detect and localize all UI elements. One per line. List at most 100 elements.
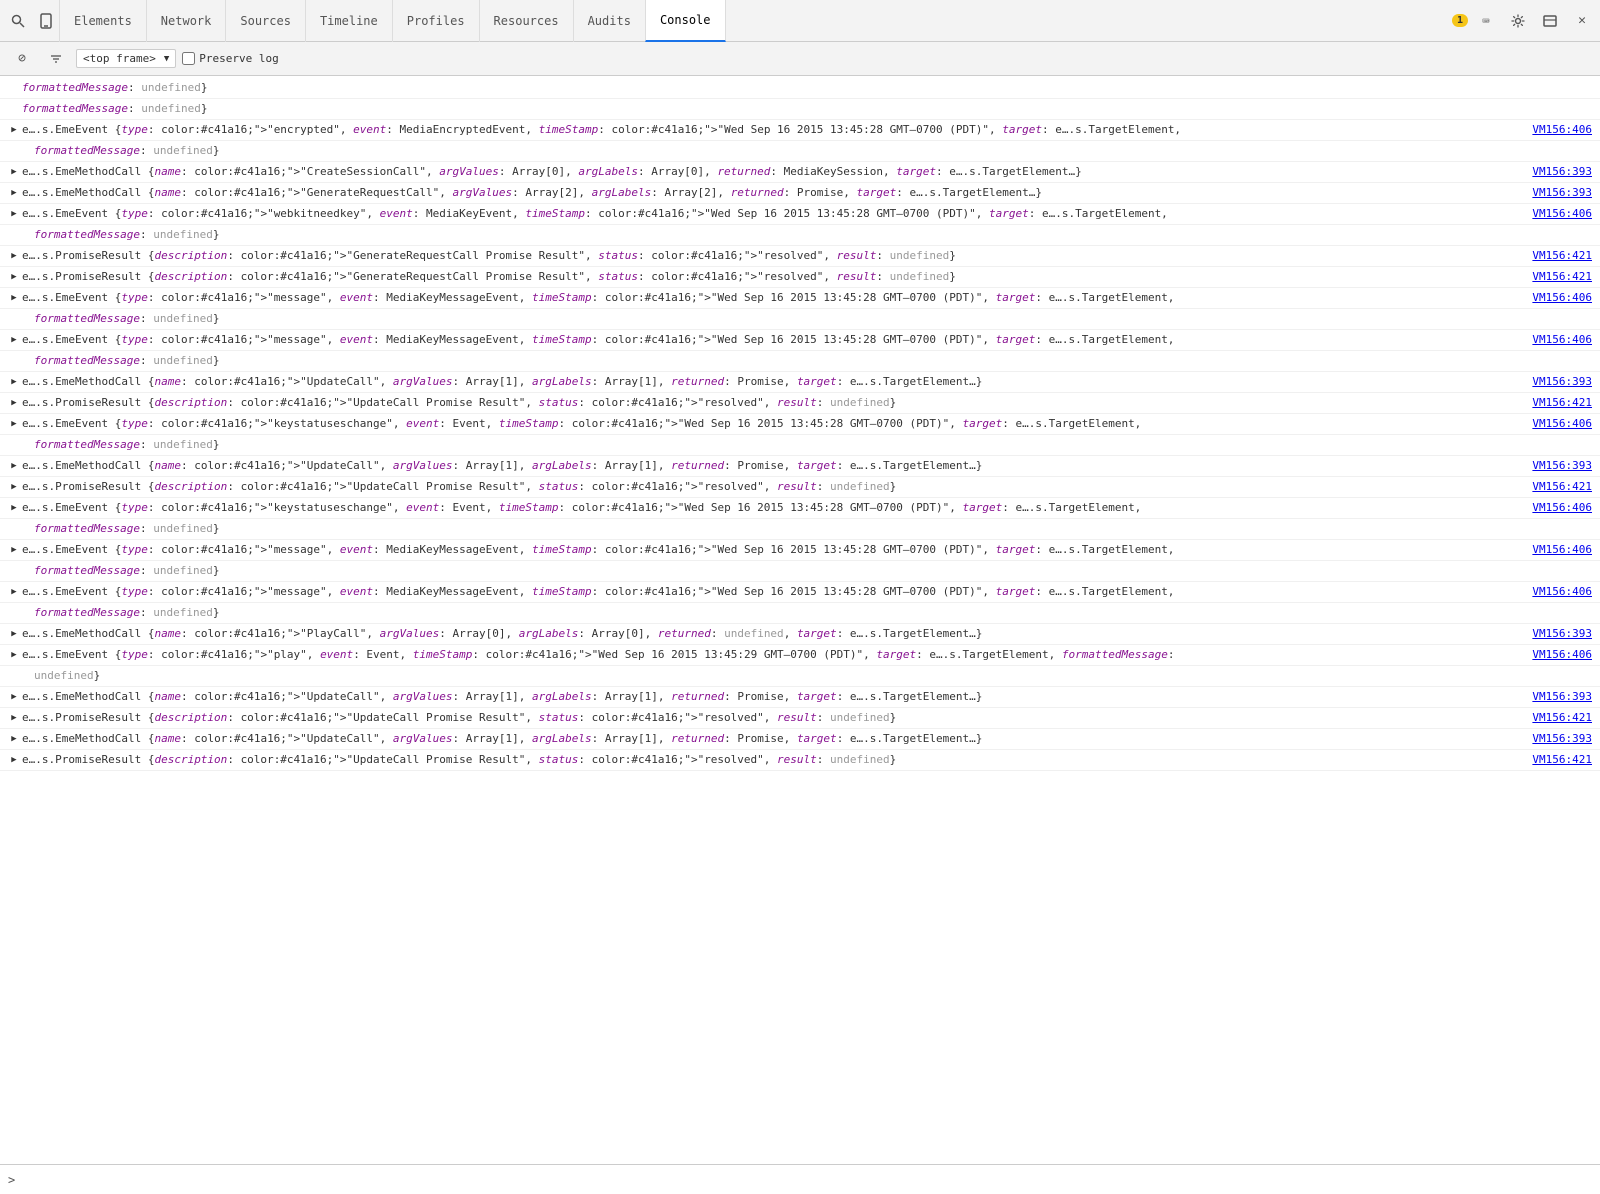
- list-item: ▶e….s.PromiseResult {description: color:…: [0, 708, 1600, 729]
- list-item: formattedMessage: undefined}: [0, 309, 1600, 330]
- expand-arrow-icon[interactable]: ▶: [8, 332, 20, 348]
- preserve-log-checkbox[interactable]: [182, 52, 195, 65]
- expand-arrow-icon[interactable]: ▶: [8, 206, 20, 222]
- clear-console-icon[interactable]: ⊘: [8, 45, 36, 73]
- list-item: formattedMessage: undefined}: [0, 519, 1600, 540]
- expand-arrow-icon[interactable]: ▶: [8, 248, 20, 264]
- toolbar: ElementsNetworkSourcesTimelineProfilesRe…: [0, 0, 1600, 42]
- expand-arrow-icon[interactable]: ▶: [8, 626, 20, 642]
- expand-arrow-icon[interactable]: ▶: [8, 752, 20, 768]
- expand-arrow-icon[interactable]: ▶: [8, 584, 20, 600]
- expand-arrow-icon[interactable]: ▶: [8, 269, 20, 285]
- file-reference[interactable]: VM156:406: [1516, 542, 1592, 558]
- expand-arrow-icon[interactable]: ▶: [8, 416, 20, 432]
- expand-arrow-icon: [8, 353, 20, 369]
- dropdown-arrow: ▼: [164, 54, 169, 64]
- file-reference[interactable]: VM156:406: [1516, 332, 1592, 348]
- list-item: undefined}: [0, 666, 1600, 687]
- expand-arrow-icon: [8, 437, 20, 453]
- file-reference[interactable]: VM156:393: [1516, 185, 1592, 201]
- file-reference[interactable]: VM156:421: [1516, 752, 1592, 768]
- file-reference[interactable]: VM156:393: [1516, 164, 1592, 180]
- filter-icon[interactable]: [42, 45, 70, 73]
- layout-icon[interactable]: [1536, 7, 1564, 35]
- expand-arrow-icon[interactable]: ▶: [8, 542, 20, 558]
- list-item: ▶e….s.EmeEvent {type: color:#c41a16;">"k…: [0, 414, 1600, 435]
- expand-arrow-icon: [8, 668, 20, 684]
- terminal-icon[interactable]: ⌨: [1472, 7, 1500, 35]
- expand-arrow-icon[interactable]: ▶: [8, 374, 20, 390]
- expand-arrow-icon[interactable]: ▶: [8, 458, 20, 474]
- expand-arrow-icon: [8, 521, 20, 537]
- list-item: ▶e….s.EmeEvent {type: color:#c41a16;">"k…: [0, 498, 1600, 519]
- file-reference[interactable]: VM156:393: [1516, 374, 1592, 390]
- tab-sources[interactable]: Sources: [225, 0, 306, 42]
- list-item: formattedMessage: undefined}: [0, 435, 1600, 456]
- expand-arrow-icon[interactable]: ▶: [8, 395, 20, 411]
- list-item: ▶e….s.EmeMethodCall {name: color:#c41a16…: [0, 456, 1600, 477]
- file-reference[interactable]: VM156:421: [1516, 269, 1592, 285]
- file-reference[interactable]: VM156:421: [1516, 710, 1592, 726]
- file-reference[interactable]: VM156:406: [1516, 122, 1592, 138]
- close-icon[interactable]: ✕: [1568, 7, 1596, 35]
- expand-arrow-icon[interactable]: ▶: [8, 500, 20, 516]
- expand-arrow-icon[interactable]: ▶: [8, 479, 20, 495]
- file-reference[interactable]: VM156:421: [1516, 479, 1592, 495]
- file-reference[interactable]: VM156:393: [1516, 458, 1592, 474]
- console-input[interactable]: [21, 1173, 1592, 1186]
- expand-arrow-icon[interactable]: ▶: [8, 647, 20, 663]
- preserve-log-label[interactable]: Preserve log: [182, 52, 278, 65]
- tab-audits[interactable]: Audits: [573, 0, 646, 42]
- list-item: ▶e….s.EmeEvent {type: color:#c41a16;">"e…: [0, 120, 1600, 141]
- expand-arrow-icon[interactable]: ▶: [8, 710, 20, 726]
- file-reference[interactable]: VM156:406: [1516, 500, 1592, 516]
- frame-select[interactable]: <top frame> ▼: [76, 49, 176, 68]
- list-item: ▶e….s.EmeEvent {type: color:#c41a16;">"m…: [0, 288, 1600, 309]
- file-reference[interactable]: VM156:406: [1516, 416, 1592, 432]
- file-reference[interactable]: VM156:393: [1516, 731, 1592, 747]
- file-reference[interactable]: VM156:406: [1516, 290, 1592, 306]
- file-reference[interactable]: VM156:406: [1516, 584, 1592, 600]
- tab-profiles[interactable]: Profiles: [392, 0, 480, 42]
- expand-arrow-icon[interactable]: ▶: [8, 731, 20, 747]
- tab-console[interactable]: Console: [645, 0, 726, 42]
- tab-resources[interactable]: Resources: [479, 0, 574, 42]
- subtoolbar: ⊘ <top frame> ▼ Preserve log: [0, 42, 1600, 76]
- list-item: ▶e….s.PromiseResult {description: color:…: [0, 246, 1600, 267]
- list-item: ▶e….s.PromiseResult {description: color:…: [0, 750, 1600, 771]
- file-reference[interactable]: VM156:393: [1516, 689, 1592, 705]
- list-item: formattedMessage: undefined}: [0, 99, 1600, 120]
- search-icon[interactable]: [4, 7, 32, 35]
- expand-arrow-icon: [8, 143, 20, 159]
- list-item: ▶e….s.PromiseResult {description: color:…: [0, 393, 1600, 414]
- list-item: formattedMessage: undefined}: [0, 225, 1600, 246]
- mobile-icon[interactable]: [32, 7, 60, 35]
- list-item: ▶e….s.EmeEvent {type: color:#c41a16;">"m…: [0, 540, 1600, 561]
- tab-timeline[interactable]: Timeline: [305, 0, 393, 42]
- input-chevron-icon: >: [8, 1173, 15, 1187]
- list-item: ▶e….s.EmeMethodCall {name: color:#c41a16…: [0, 687, 1600, 708]
- expand-arrow-icon: [8, 563, 20, 579]
- list-item: ▶e….s.PromiseResult {description: color:…: [0, 477, 1600, 498]
- list-item: formattedMessage: undefined}: [0, 603, 1600, 624]
- list-item: ▶e….s.EmeEvent {type: color:#c41a16;">"m…: [0, 330, 1600, 351]
- expand-arrow-icon: [8, 605, 20, 621]
- list-item: ▶e….s.EmeEvent {type: color:#c41a16;">"w…: [0, 204, 1600, 225]
- settings-icon[interactable]: [1504, 7, 1532, 35]
- file-reference[interactable]: VM156:406: [1516, 206, 1592, 222]
- expand-arrow-icon: [8, 101, 20, 117]
- expand-arrow-icon[interactable]: ▶: [8, 689, 20, 705]
- file-reference[interactable]: VM156:393: [1516, 626, 1592, 642]
- file-reference[interactable]: VM156:421: [1516, 395, 1592, 411]
- list-item: ▶e….s.EmeEvent {type: color:#c41a16;">"p…: [0, 645, 1600, 666]
- expand-arrow-icon[interactable]: ▶: [8, 290, 20, 306]
- console-input-row[interactable]: >: [0, 1164, 1600, 1194]
- tab-elements[interactable]: Elements: [59, 0, 147, 42]
- expand-arrow-icon[interactable]: ▶: [8, 185, 20, 201]
- list-item: formattedMessage: undefined}: [0, 78, 1600, 99]
- file-reference[interactable]: VM156:421: [1516, 248, 1592, 264]
- file-reference[interactable]: VM156:406: [1516, 647, 1592, 663]
- expand-arrow-icon[interactable]: ▶: [8, 164, 20, 180]
- tab-network[interactable]: Network: [146, 0, 227, 42]
- expand-arrow-icon[interactable]: ▶: [8, 122, 20, 138]
